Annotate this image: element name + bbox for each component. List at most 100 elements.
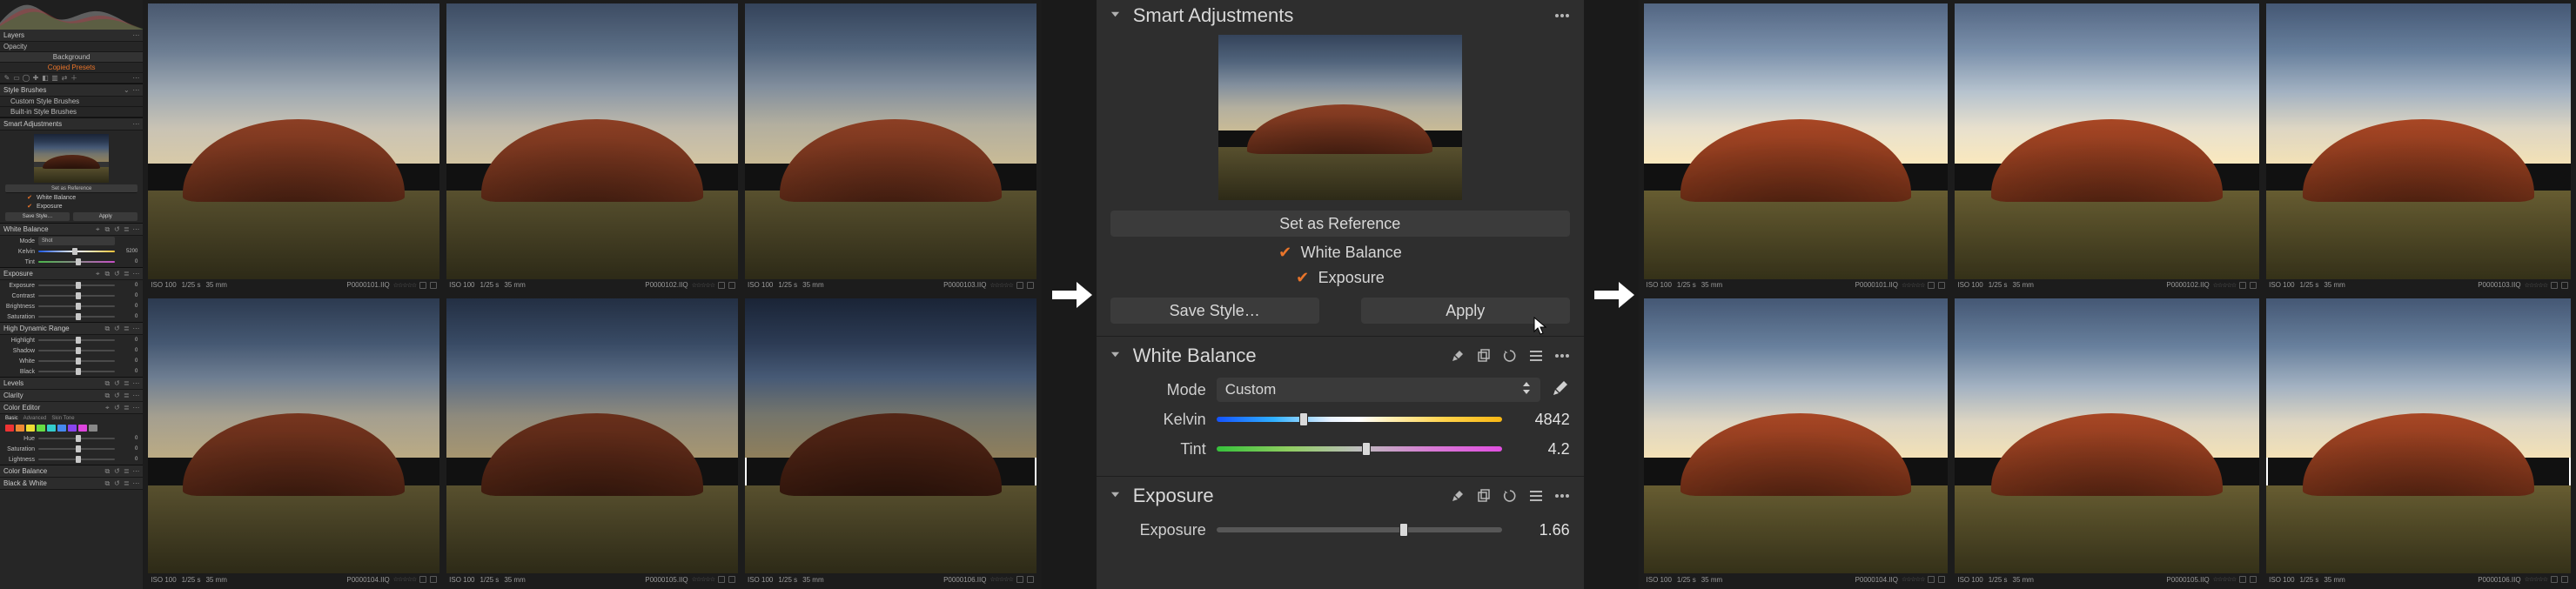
exposure-row: Exposure 1.66 (1110, 515, 1570, 545)
style-brushes-builtin[interactable]: Built-in Style Brushes (0, 107, 143, 117)
tint-slider[interactable] (1217, 446, 1502, 452)
chevron-down-icon[interactable] (1110, 488, 1123, 504)
checkmark-icon: ✔ (1296, 269, 1310, 287)
set-as-reference-button[interactable]: Set as Reference (1110, 211, 1570, 237)
lp-wb-tint-slider[interactable]: Tint0 (0, 257, 143, 267)
copy-icon[interactable]: ⧉ (104, 226, 111, 233)
reset-icon[interactable]: ↺ (113, 226, 120, 233)
lp-white-balance-header[interactable]: White Balance⌖⧉↺≣⋯ (0, 224, 143, 236)
lp-color-balance-header[interactable]: Color Balance⧉↺≣⋯ (0, 465, 143, 478)
thumbnail[interactable]: ISO 1001/25 s35 mmP0000104.IIQ☆☆☆☆☆ (1644, 298, 1949, 586)
lp-color-editor-tabs[interactable]: BasicAdvancedSkin Tone (0, 414, 143, 423)
thumbnail[interactable]: ISO 1001/25 s35 mmP0000104.IIQ☆☆☆☆☆ (148, 298, 439, 586)
lp-check-white-balance[interactable]: ✔White Balance (0, 193, 143, 202)
style-brushes-custom[interactable]: Custom Style Brushes (0, 97, 143, 107)
kelvin-slider[interactable] (1217, 417, 1502, 422)
copy-icon[interactable] (1476, 348, 1492, 364)
thumbnail[interactable]: ISO 1001/25 s35 mmP0000105.IIQ☆☆☆☆☆ (446, 298, 738, 586)
thumbnail[interactable]: ISO 1001/25 s35 mmP0000101.IIQ☆☆☆☆☆ (1644, 3, 1949, 291)
menu-icon[interactable]: ≣ (123, 226, 130, 233)
more-icon[interactable] (1554, 488, 1570, 504)
thumbnail[interactable]: ISO 1001/25 s35 mmP0000103.IIQ☆☆☆☆☆ (2266, 3, 2571, 291)
thumbnail-selected[interactable]: ISO 1001/25 s35 mmP0000106.IIQ☆☆☆☆☆ (2266, 298, 2571, 586)
lp-color-editor-header[interactable]: Color Editor⌖↺≣⋯ (0, 402, 143, 414)
tint-value[interactable]: 4.2 (1513, 440, 1570, 458)
thumbnail[interactable]: ISO 1001/25 s35 mmP0000105.IIQ☆☆☆☆☆ (1955, 298, 2259, 586)
lp-clarity-header[interactable]: Clarity⧉↺≣⋯ (0, 390, 143, 402)
histogram (0, 0, 143, 30)
picker-icon[interactable]: ⌖ (94, 226, 101, 233)
reference-preview (1218, 35, 1462, 200)
lp-exposure-header[interactable]: Exposure⌖⧉↺≣⋯ (0, 268, 143, 280)
eraser-icon[interactable]: ◧ (42, 75, 49, 82)
lp-wb-kelvin-slider[interactable]: Kelvin5200 (0, 246, 143, 257)
thumbnail[interactable]: ISO 1001/25 s35 mmP0000101.IIQ☆☆☆☆☆ (148, 3, 439, 291)
delete-layer-icon[interactable]: ⋯ (132, 75, 139, 82)
lp-reference-thumb (34, 134, 109, 183)
thumbnail[interactable]: ISO 1001/25 s35 mmP0000102.IIQ☆☆☆☆☆ (1955, 3, 2259, 291)
thumbnail[interactable]: ISO 1001/25 s35 mmP0000103.IIQ☆☆☆☆☆ (745, 3, 1036, 291)
picker-tool-icon[interactable] (1450, 488, 1466, 504)
thumbnail[interactable]: ISO 1001/25 s35 mmP0000102.IIQ☆☆☆☆☆ (446, 3, 738, 291)
apply-button[interactable]: Apply (1361, 298, 1570, 324)
layers-copied-presets[interactable]: Copied Presets (0, 63, 143, 73)
brush-icon[interactable]: ✎ (3, 75, 10, 82)
list-icon[interactable] (1528, 488, 1544, 504)
wb-kelvin-row: Kelvin 4842 (1110, 405, 1570, 434)
thumbnail-selected[interactable]: ISO 1001/25 s35 mmP0000106.IIQ☆☆☆☆☆ (745, 298, 1036, 586)
picker-tool-icon[interactable] (1450, 348, 1466, 364)
more-icon[interactable] (1554, 348, 1570, 364)
white-balance-title: White Balance (1133, 345, 1439, 367)
smart-adjustments-title: Smart Adjustments (1133, 4, 1544, 27)
invert-icon[interactable]: ⇄ (61, 75, 68, 82)
heal-icon[interactable]: ✚ (32, 75, 39, 82)
smart-adjustments-section: Smart Adjustments Set as Reference ✔Whit… (1097, 0, 1584, 336)
layers-bg-row[interactable]: Background (0, 52, 143, 63)
left-inspector-panel: Layers⋯ Opacity Background Copied Preset… (0, 0, 143, 589)
exposure-slider[interactable] (1217, 527, 1502, 532)
checkmark-icon: ✔ (1278, 244, 1292, 262)
copy-icon[interactable] (1476, 488, 1492, 504)
check-white-balance[interactable]: ✔White Balance (1110, 244, 1570, 262)
layers-header[interactable]: Layers⋯ (0, 30, 143, 42)
layers-toolbar[interactable]: ✎ ▭ ◯ ✚ ◧ ▥ ⇄ ＋ ⋯ (0, 73, 143, 84)
thumbnail-grid-after: ISO 1001/25 s35 mmP0000101.IIQ☆☆☆☆☆ ISO … (1639, 0, 2576, 589)
lp-smart-adjustments-header[interactable]: Smart Adjustments⋯ (0, 118, 143, 131)
eyedropper-icon[interactable] (1551, 380, 1570, 399)
select-updown-icon (1521, 381, 1532, 398)
mask-icon[interactable]: ▥ (51, 75, 58, 82)
reset-icon[interactable] (1502, 348, 1518, 364)
white-balance-section: White Balance Mode Custom (1097, 336, 1584, 476)
wb-mode-value: Custom (1225, 381, 1277, 398)
exposure-value[interactable]: 1.66 (1513, 521, 1570, 539)
wb-mode-row: Mode Custom (1110, 375, 1570, 405)
wb-mode-select[interactable]: Custom (1217, 378, 1540, 402)
lp-apply-button[interactable]: Apply (73, 212, 138, 221)
kelvin-value[interactable]: 4842 (1513, 411, 1570, 429)
lp-color-swatches[interactable] (0, 423, 143, 433)
lp-check-exposure[interactable]: ✔Exposure (0, 202, 143, 211)
radial-icon[interactable]: ◯ (23, 75, 30, 82)
lp-levels-header[interactable]: Levels⧉↺≣⋯ (0, 378, 143, 390)
more-icon[interactable] (1554, 8, 1570, 23)
gradient-icon[interactable]: ▭ (13, 75, 20, 82)
flow-arrow-icon (1584, 0, 1645, 589)
lp-save-style-button[interactable]: Save Style… (5, 212, 70, 221)
exposure-section: Exposure Exposure 1.66 (1097, 476, 1584, 550)
center-inspector-panel: Smart Adjustments Set as Reference ✔Whit… (1097, 0, 1584, 589)
lp-wb-mode-row[interactable]: ModeShot (0, 236, 143, 246)
exposure-title: Exposure (1133, 485, 1439, 507)
add-layer-icon[interactable]: ＋ (70, 75, 77, 82)
wb-tint-row: Tint 4.2 (1110, 434, 1570, 464)
save-style-button[interactable]: Save Style… (1110, 298, 1319, 324)
lp-set-reference-button[interactable]: Set as Reference (5, 184, 138, 193)
chevron-down-icon[interactable] (1110, 8, 1123, 23)
check-exposure[interactable]: ✔Exposure (1110, 269, 1570, 287)
style-brushes-header[interactable]: Style Brushes⌄⋯ (0, 84, 143, 97)
chevron-down-icon[interactable] (1110, 348, 1123, 364)
lp-bw-header[interactable]: Black & White⧉↺≣⋯ (0, 478, 143, 490)
lp-hdr-header[interactable]: High Dynamic Range⧉↺≣⋯ (0, 323, 143, 335)
thumbnail-grid-before: ISO 1001/25 s35 mmP0000101.IIQ☆☆☆☆☆ ISO … (143, 0, 1042, 589)
list-icon[interactable] (1528, 348, 1544, 364)
reset-icon[interactable] (1502, 488, 1518, 504)
